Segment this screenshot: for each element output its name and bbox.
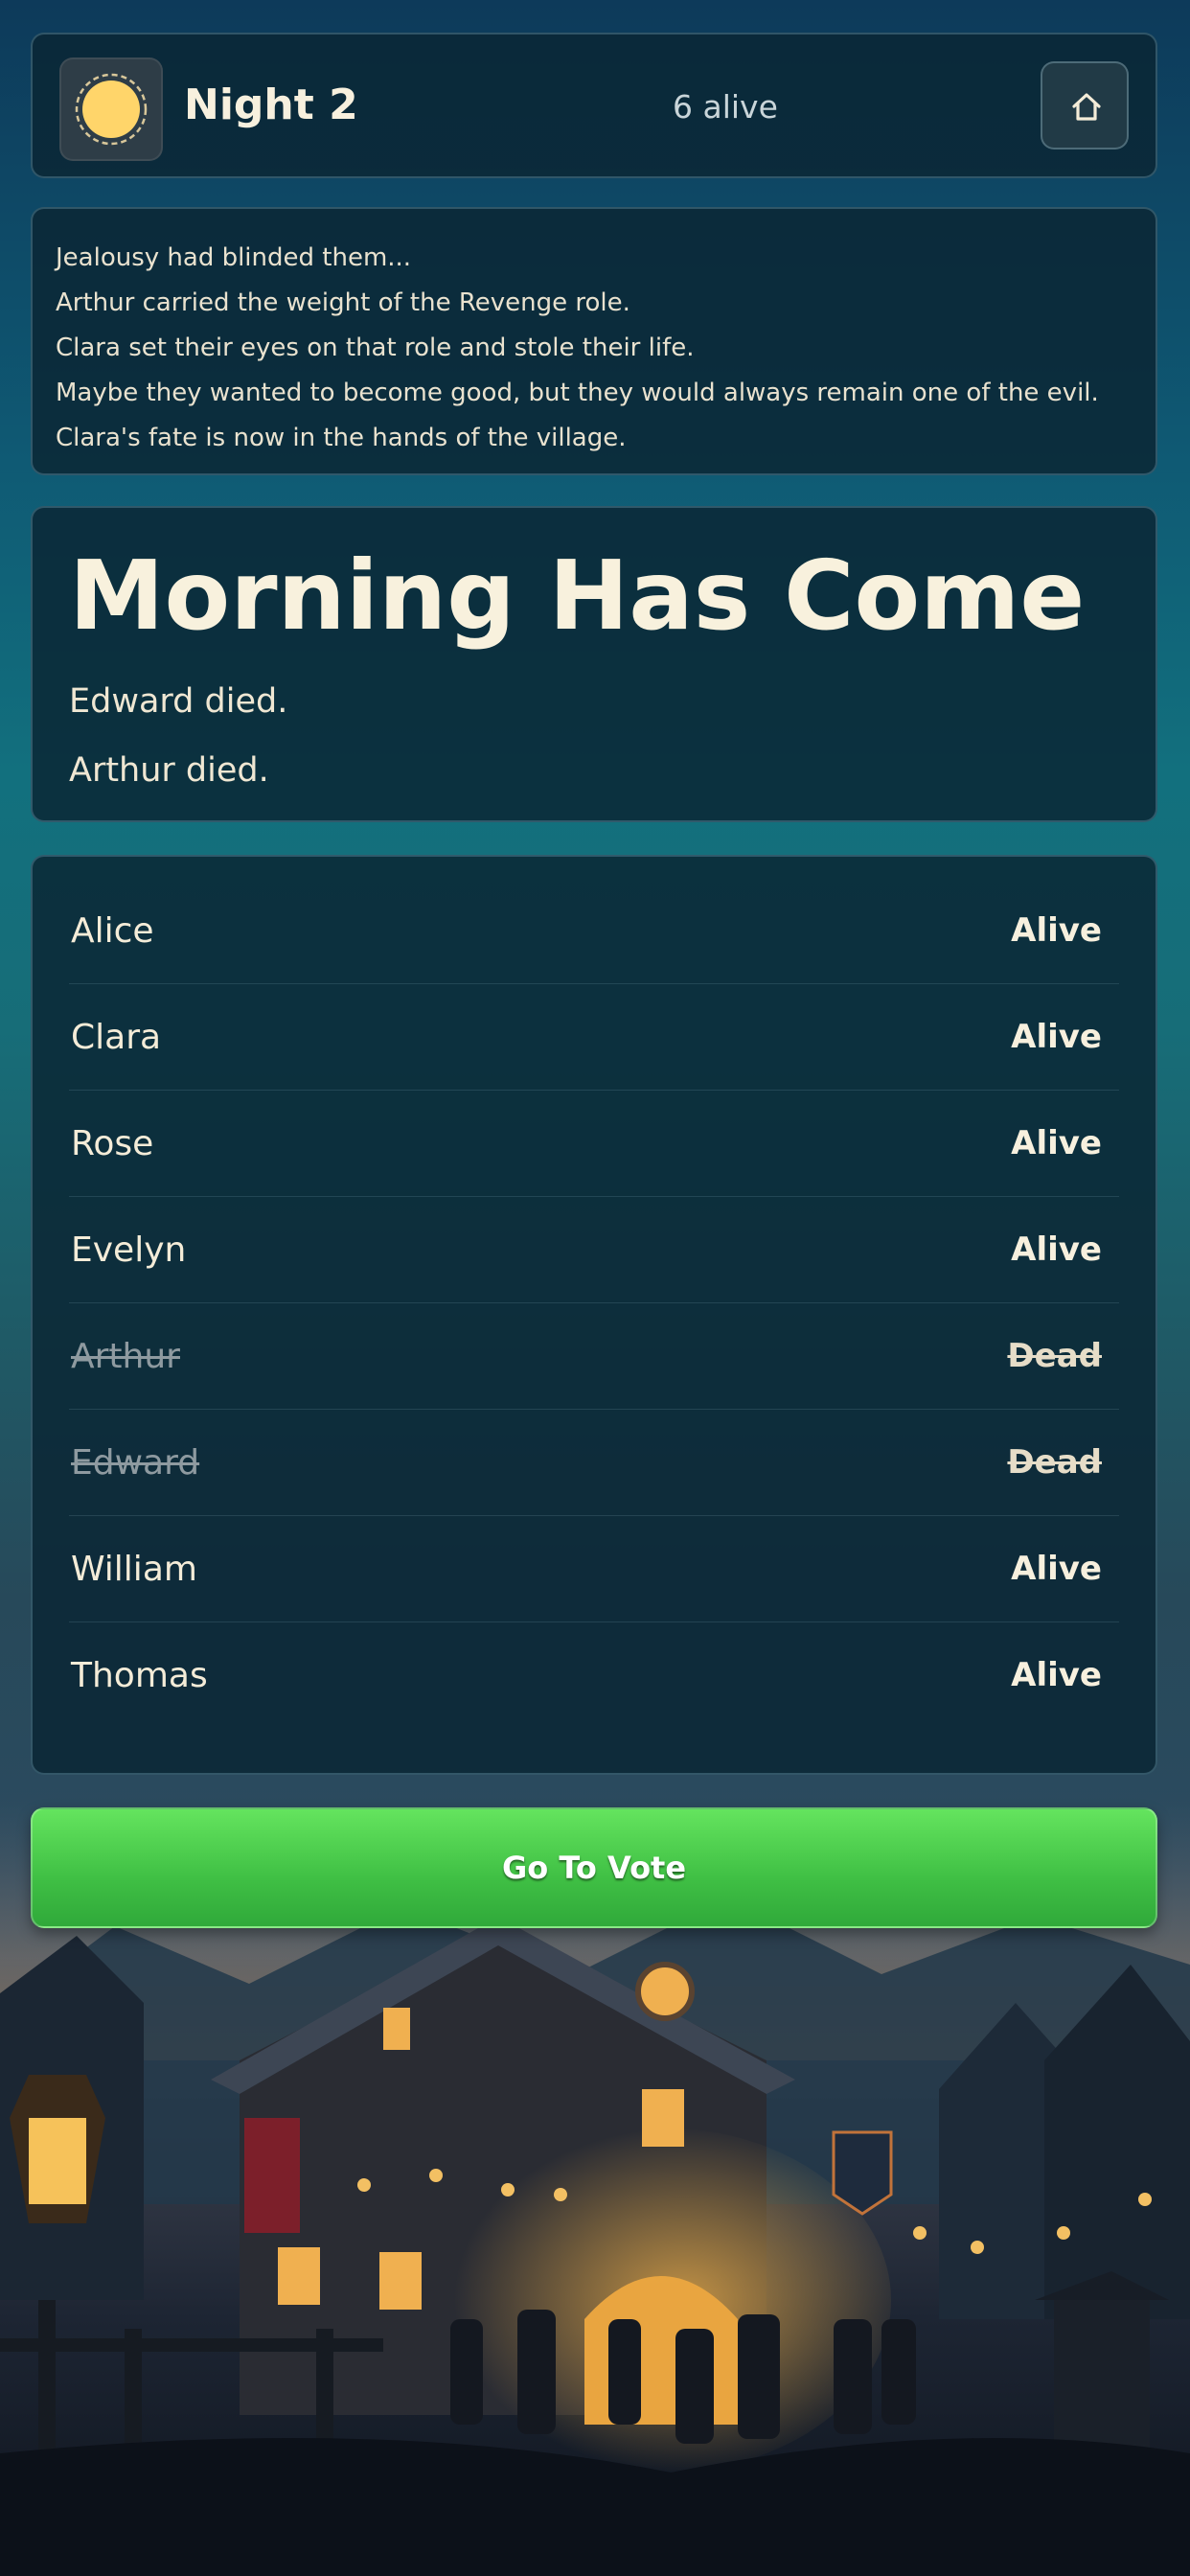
- story-line: Clara set their eyes on that role and st…: [56, 334, 695, 362]
- death-announcement: Arthur died.: [69, 751, 269, 790]
- go-to-vote-label: Go To Vote: [501, 1850, 687, 1886]
- phase-icon-tile: [59, 58, 163, 161]
- go-to-vote-button[interactable]: Go To Vote: [31, 1807, 1157, 1928]
- player-name: Thomas: [71, 1655, 208, 1695]
- player-row-thomas: Thomas Alive: [69, 1622, 1119, 1728]
- alive-count: 6 alive: [673, 88, 778, 126]
- morning-title: Morning Has Come: [69, 540, 1086, 652]
- player-status: Alive: [1011, 1550, 1102, 1588]
- player-name: Rose: [71, 1123, 154, 1163]
- story-line: Clara's fate is now in the hands of the …: [56, 424, 627, 452]
- player-name: Alice: [71, 910, 154, 951]
- story-line: Arthur carried the weight of the Revenge…: [56, 288, 630, 317]
- top-bar: Night 2 6 alive: [31, 33, 1157, 178]
- player-row-edward: Edward Dead: [69, 1410, 1119, 1516]
- player-status: Alive: [1011, 1230, 1102, 1269]
- player-name: William: [71, 1549, 197, 1589]
- story-line: Jealousy had blinded them...: [56, 243, 412, 272]
- player-row-alice: Alice Alive: [69, 878, 1119, 984]
- home-icon: [1072, 93, 1101, 121]
- sun-icon: [75, 73, 148, 146]
- player-status: Dead: [1007, 1337, 1102, 1375]
- player-name: Edward: [71, 1442, 200, 1483]
- night-title: Night 2: [184, 80, 358, 129]
- player-name: Clara: [71, 1017, 162, 1057]
- player-status: Dead: [1007, 1443, 1102, 1482]
- player-status: Alive: [1011, 911, 1102, 950]
- player-status: Alive: [1011, 1124, 1102, 1162]
- story-narration: Jealousy had blinded them... Arthur carr…: [31, 207, 1157, 475]
- player-name: Evelyn: [71, 1230, 187, 1270]
- morning-summary: Morning Has Come Edward died. Arthur die…: [31, 506, 1157, 822]
- home-button[interactable]: [1041, 61, 1129, 150]
- player-row-arthur: Arthur Dead: [69, 1303, 1119, 1410]
- player-row-clara: Clara Alive: [69, 984, 1119, 1091]
- player-status: Alive: [1011, 1018, 1102, 1056]
- player-status: Alive: [1011, 1656, 1102, 1694]
- story-line: Maybe they wanted to become good, but th…: [56, 379, 1099, 407]
- player-list: Alice Alive Clara Alive Rose Alive Evely…: [31, 855, 1157, 1775]
- player-row-william: William Alive: [69, 1516, 1119, 1622]
- death-announcement: Edward died.: [69, 682, 288, 721]
- player-row-evelyn: Evelyn Alive: [69, 1197, 1119, 1303]
- player-name: Arthur: [71, 1336, 180, 1376]
- player-row-rose: Rose Alive: [69, 1091, 1119, 1197]
